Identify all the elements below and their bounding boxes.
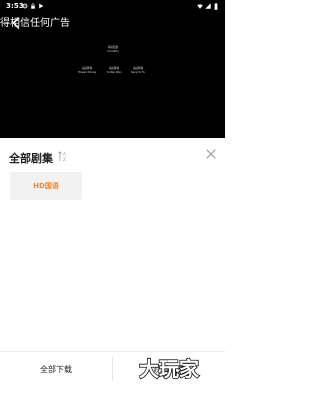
play-icon — [39, 3, 44, 9]
credit-item: 演員陣容 Seng Yu Fu — [123, 67, 153, 74]
credit-top: 導演監製 (Credits) — [98, 46, 128, 53]
episode-chip[interactable]: HD国语 — [10, 172, 82, 200]
svg-text:A: A — [63, 152, 66, 157]
credit-name: (Credits) — [107, 49, 119, 53]
sort-az-icon[interactable]: A Z — [58, 151, 68, 162]
signal-icon — [205, 3, 211, 9]
back-arrow-icon[interactable] — [10, 16, 22, 30]
credit-name: Howan Cheng — [77, 70, 97, 74]
status-bar: 3:53 — [0, 0, 225, 13]
panel-title: 全部剧集 — [9, 152, 53, 165]
svg-text:大玩家: 大玩家 — [139, 357, 200, 381]
video-player[interactable]: 3:53 得相信任何广告 導演監製 (Credits) 演員陣容 Howan C… — [0, 0, 225, 138]
episode-panel-header: 全部剧集 A Z — [0, 142, 225, 170]
watermark-logo: 大玩家 — [139, 356, 201, 382]
svg-text:Z: Z — [63, 157, 66, 162]
close-icon[interactable] — [206, 149, 216, 159]
gear-icon — [22, 3, 28, 9]
credit-name: Seng Yu Fu — [130, 70, 146, 74]
lock-icon — [31, 3, 35, 9]
download-all-button[interactable]: 全部下载 — [0, 363, 112, 377]
credit-item: 演員陣容 Howan Cheng — [72, 67, 102, 74]
wifi-icon — [197, 4, 203, 9]
battery-icon — [214, 2, 218, 10]
